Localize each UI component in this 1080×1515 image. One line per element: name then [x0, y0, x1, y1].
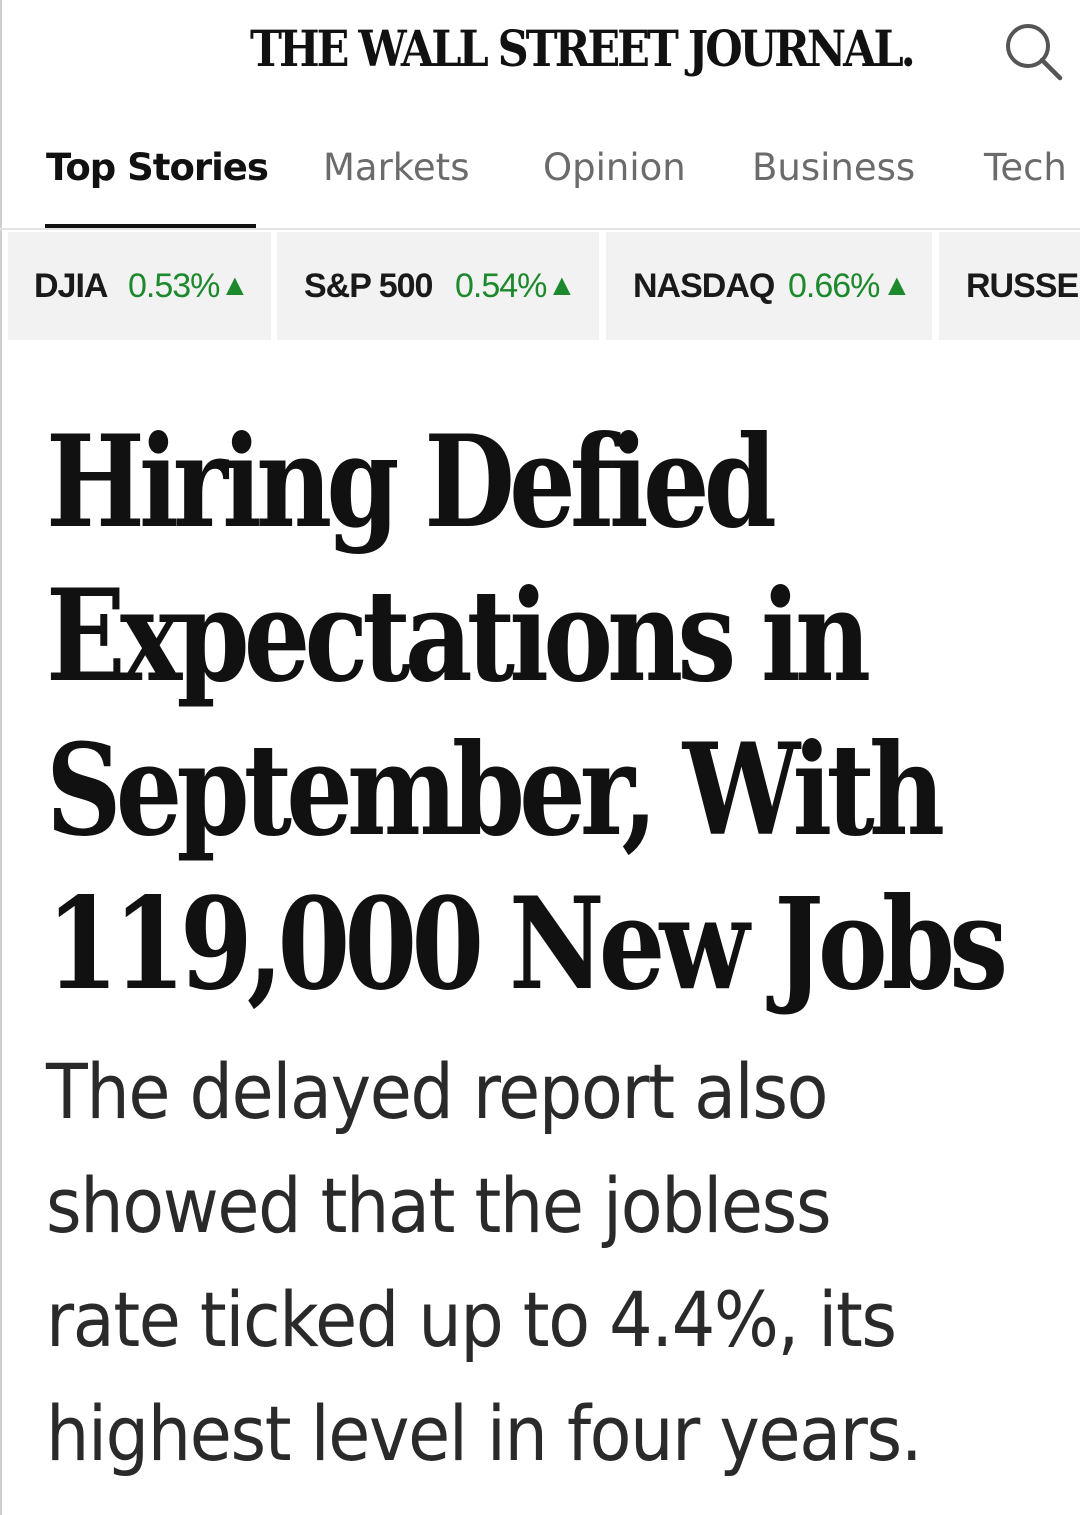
- dek-line: showed that the jobless: [46, 1161, 832, 1250]
- search-button[interactable]: [1000, 18, 1066, 84]
- dek-line: rate ticked up to 4.4%, its: [46, 1275, 897, 1364]
- search-icon: [1006, 24, 1063, 81]
- nav-divider: [0, 228, 1080, 230]
- section-tabs: Top Stories Markets Opinion Business Tec…: [0, 120, 1080, 230]
- ticker-change: 0.54%: [455, 267, 547, 305]
- arrow-up-icon: ▲: [220, 269, 250, 302]
- dek-line: highest level in four years.: [46, 1389, 923, 1478]
- ticker-name: NASDAQ: [633, 267, 775, 305]
- masthead-logo[interactable]: THE WALL STREET JOURNAL.: [250, 14, 916, 84]
- tab-tech[interactable]: Tech: [984, 144, 1067, 192]
- market-ticker: DJIA 0.53% ▲ S&P 500 0.54% ▲ NASDAQ 0.66…: [0, 232, 1080, 342]
- tab-top-stories[interactable]: Top Stories: [46, 144, 269, 192]
- dek-line: The delayed report also: [46, 1047, 828, 1136]
- ticker-name: RUSSELL: [966, 267, 1080, 305]
- tab-markets[interactable]: Markets: [323, 144, 469, 192]
- ticker-item-sp500[interactable]: S&P 500 0.54% ▲: [277, 232, 599, 340]
- ticker-change: 0.66%: [788, 267, 880, 305]
- headline-line: 119,000 New Jobs: [46, 870, 1008, 1018]
- ticker-name: DJIA: [34, 267, 108, 305]
- headline-line: Expectations in: [46, 562, 871, 710]
- headline-line: September, With: [46, 716, 945, 864]
- article-dek: The delayed report also showed that the …: [46, 1035, 1056, 1491]
- ticker-item-russell[interactable]: RUSSELL: [939, 232, 1080, 340]
- ticker-change: 0.53%: [128, 267, 220, 305]
- app-header: THE WALL STREET JOURNAL.: [0, 0, 1080, 115]
- headline-line: Hiring Defied: [46, 408, 777, 556]
- article-headline[interactable]: Hiring Defied Expectations in September,…: [46, 405, 1046, 1021]
- arrow-up-icon: ▲: [882, 269, 912, 302]
- tab-opinion[interactable]: Opinion: [543, 144, 686, 192]
- ticker-item-djia[interactable]: DJIA 0.53% ▲: [8, 232, 271, 340]
- ticker-item-nasdaq[interactable]: NASDAQ 0.66% ▲: [606, 232, 932, 340]
- arrow-up-icon: ▲: [547, 269, 577, 302]
- ticker-name: S&P 500: [304, 267, 433, 305]
- tab-business[interactable]: Business: [752, 144, 915, 192]
